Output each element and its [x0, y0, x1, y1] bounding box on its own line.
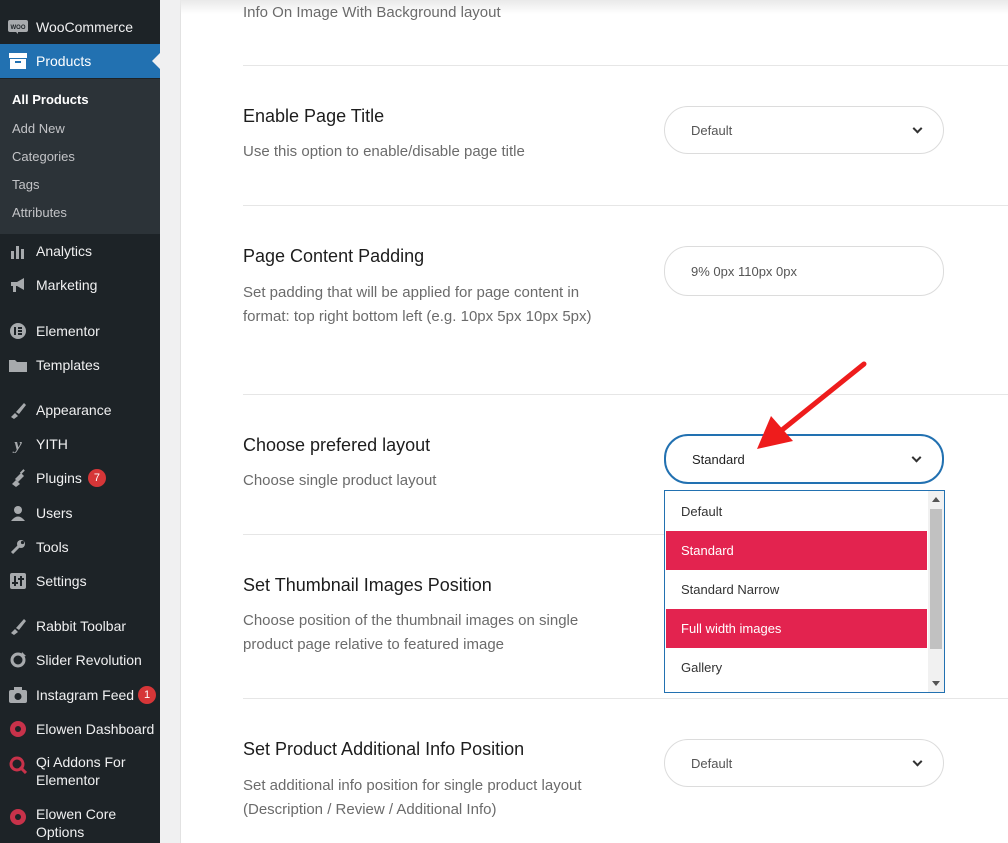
annotation-arrow-icon — [757, 361, 867, 449]
app-window: WOO WooCommerce Products All Products Ad… — [0, 0, 1008, 843]
